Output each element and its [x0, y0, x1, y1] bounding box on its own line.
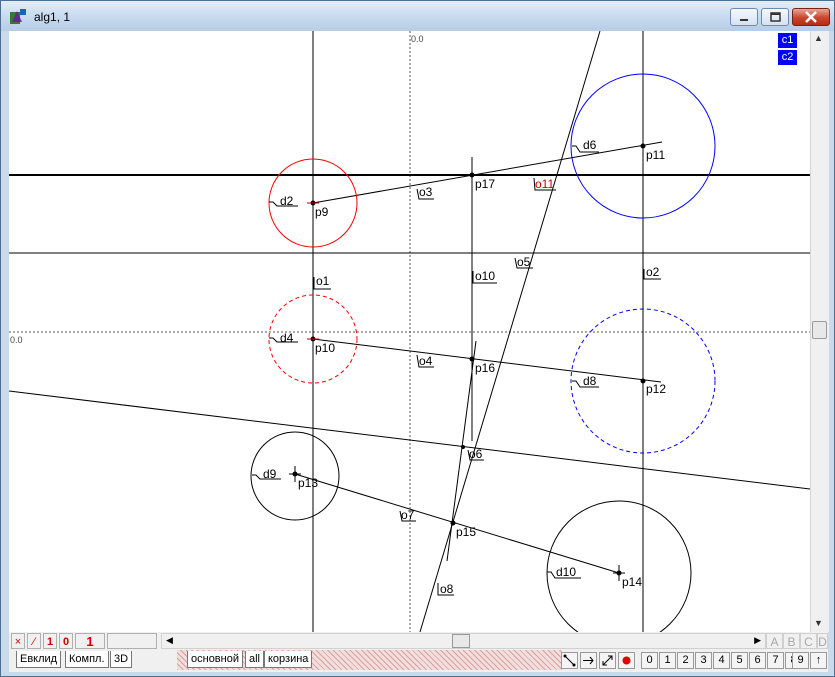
- app-icon: [10, 9, 26, 24]
- geometry-drawing[interactable]: 0.0 0.0 d2 p9 o3 p17 o11 d6 p11 o1 o10 o…: [9, 31, 810, 632]
- label-p16: p16: [475, 361, 495, 375]
- point-p12[interactable]: [640, 378, 646, 384]
- tab-all[interactable]: all: [245, 651, 265, 668]
- status-field: [107, 633, 157, 649]
- record-button[interactable]: [618, 652, 635, 669]
- digit-5-button[interactable]: 5: [731, 652, 748, 669]
- line-mode-button[interactable]: ⁄: [27, 633, 41, 649]
- y-axis-label: 0.0: [411, 34, 424, 44]
- close-button[interactable]: [792, 8, 830, 26]
- digit-9-button[interactable]: 9: [792, 652, 809, 669]
- main-window: alg1, 1 0.0 0.0 d2 p9 o3 p17 o11 d6 p11 …: [0, 0, 835, 677]
- label-o10: o10: [475, 269, 495, 283]
- letter-c-button[interactable]: C: [800, 633, 817, 649]
- delete-button[interactable]: ×: [11, 633, 25, 649]
- title-bar[interactable]: alg1, 1: [1, 1, 834, 31]
- label-o11: o11: [535, 177, 554, 191]
- scroll-up-icon[interactable]: ▲: [814, 33, 823, 43]
- drawing-canvas[interactable]: 0.0 0.0 d2 p9 o3 p17 o11 d6 p11 o1 o10 o…: [9, 31, 810, 632]
- vertical-scroll-thumb[interactable]: [812, 321, 827, 339]
- label-p11: p11: [646, 148, 665, 162]
- letter-a-button[interactable]: A: [766, 633, 783, 649]
- label-p14: p14: [622, 575, 642, 589]
- digit-4-button[interactable]: 4: [713, 652, 730, 669]
- tab-trash[interactable]: корзина: [264, 651, 313, 668]
- line-o6[interactable]: [9, 390, 810, 490]
- label-d6: d6: [583, 138, 597, 152]
- horizontal-scroll-thumb[interactable]: [452, 634, 470, 648]
- label-d8: d8: [583, 374, 597, 388]
- badge-c1[interactable]: c1: [778, 33, 797, 48]
- label-p13: p13: [298, 476, 318, 490]
- scroll-down-icon[interactable]: ▼: [814, 618, 823, 628]
- point-p16[interactable]: [469, 356, 475, 362]
- segment-tool-icon: [563, 654, 576, 667]
- label-o5: o5: [517, 255, 531, 269]
- point-p11[interactable]: [640, 143, 646, 149]
- label-p12: p12: [646, 382, 666, 396]
- digit-3-button[interactable]: 3: [695, 652, 712, 669]
- zero-toggle-button[interactable]: 0: [59, 633, 73, 649]
- step-counter: 1: [75, 633, 105, 649]
- digit-0-button[interactable]: 0: [641, 652, 658, 669]
- label-d4: d4: [280, 331, 294, 345]
- diagonal-arrow-icon: [602, 655, 613, 666]
- tab-main[interactable]: основной: [187, 651, 243, 668]
- digit-2-button[interactable]: 2: [677, 652, 694, 669]
- label-p17: p17: [475, 177, 495, 191]
- record-icon: [622, 656, 631, 665]
- label-p9: p9: [315, 205, 329, 219]
- vertical-scrollbar[interactable]: ▲ ▼: [810, 31, 829, 632]
- label-p15: p15: [456, 525, 476, 539]
- window-title: alg1, 1: [34, 10, 71, 24]
- segment-tool-button[interactable]: [561, 652, 578, 669]
- minimize-button[interactable]: [730, 8, 758, 26]
- label-o1: o1: [316, 274, 330, 288]
- minimize-icon: [740, 19, 748, 21]
- label-d9: d9: [263, 467, 277, 481]
- label-d10: d10: [556, 565, 576, 579]
- tab-complex[interactable]: Компл.: [65, 651, 109, 668]
- label-o8: o8: [440, 582, 454, 596]
- arrow-right-icon: [583, 656, 594, 665]
- badge-c2[interactable]: c2: [778, 50, 797, 65]
- horizontal-scrollbar[interactable]: ◀ ▶: [161, 633, 766, 649]
- digit-1-button[interactable]: 1: [659, 652, 676, 669]
- x-axis-label: 0.0: [10, 335, 23, 345]
- up-arrow-button[interactable]: ↑: [810, 652, 827, 669]
- letter-d-button[interactable]: D: [817, 633, 828, 649]
- maximize-button[interactable]: [761, 8, 789, 26]
- digit-6-button[interactable]: 6: [749, 652, 766, 669]
- label-o2: o2: [646, 265, 660, 279]
- tab-euclid[interactable]: Евклид: [16, 651, 62, 668]
- label-o3: o3: [419, 185, 433, 199]
- label-d2: d2: [280, 194, 294, 208]
- point-p15[interactable]: [450, 520, 456, 526]
- digit-7-button[interactable]: 7: [767, 652, 784, 669]
- close-icon: [805, 11, 817, 23]
- status-bar: × ⁄ 1 0 1 ◀ ▶ A B C D: [9, 632, 828, 650]
- label-o4: o4: [419, 354, 433, 368]
- arrow-right-button[interactable]: [580, 652, 597, 669]
- label-p10: p10: [315, 341, 335, 355]
- scroll-right-icon[interactable]: ▶: [754, 635, 761, 646]
- label-o6: o6: [469, 447, 483, 461]
- label-o7: o7: [401, 508, 415, 522]
- segment-o3[interactable]: [312, 141, 663, 204]
- diagonal-tool-button[interactable]: [599, 652, 616, 669]
- scroll-left-icon[interactable]: ◀: [166, 635, 173, 646]
- point-p17[interactable]: [469, 172, 475, 178]
- letter-b-button[interactable]: B: [783, 633, 800, 649]
- tab-3d[interactable]: 3D: [110, 651, 133, 668]
- restore-icon: [770, 12, 781, 22]
- tab-bar: Евклид Компл. 3D основной all корзина 0 …: [9, 650, 828, 672]
- intersection-point[interactable]: [461, 445, 465, 449]
- one-toggle-button[interactable]: 1: [43, 633, 57, 649]
